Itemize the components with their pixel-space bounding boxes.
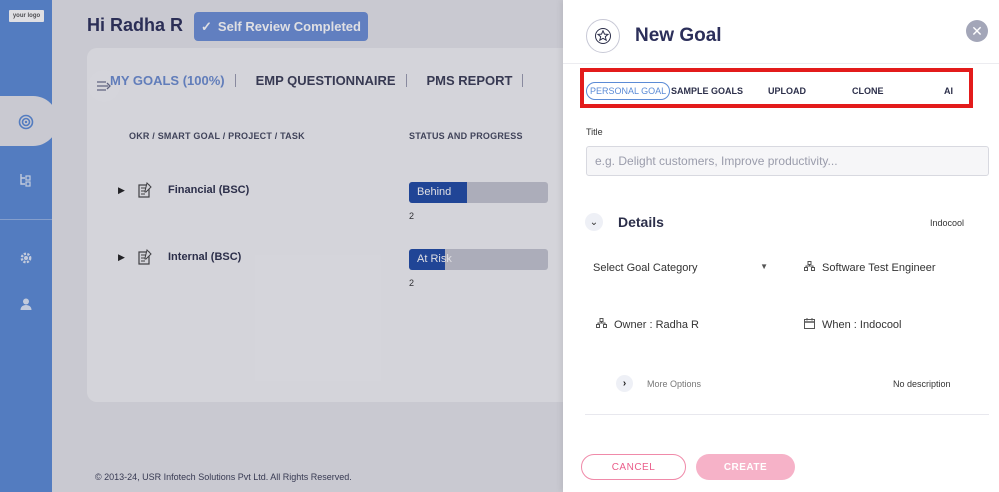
tab-sample-goals[interactable]: SAMPLE GOALS [671, 86, 743, 96]
details-heading[interactable]: Details [618, 214, 664, 230]
column-header-goal: OKR / SMART GOAL / PROJECT / TASK [129, 131, 305, 141]
when-field[interactable]: When : Indocool [803, 318, 902, 332]
self-review-label: Self Review Completed [217, 19, 361, 34]
table-row[interactable]: ▶ Internal (BSC) [118, 248, 241, 266]
row-label: Internal (BSC) [168, 251, 242, 263]
new-goal-panel: New Goal ✕ PERSONAL GOAL SAMPLE GOALS UP… [563, 0, 999, 492]
goal-list-icon [136, 248, 154, 266]
tab-upload[interactable]: UPLOAD [768, 86, 806, 96]
owner-field[interactable]: Owner : Radha R [595, 318, 699, 331]
sidebar-divider [0, 219, 52, 220]
create-button[interactable]: CREATE [696, 454, 795, 480]
title-label: Title [586, 127, 603, 137]
dropdown-arrow-icon: ▼ [760, 262, 768, 271]
hierarchy-icon[interactable] [16, 170, 36, 190]
status-progress-bar: Behind [409, 182, 548, 203]
panel-title: New Goal [635, 25, 722, 46]
row-count: 2 [409, 211, 415, 221]
title-input[interactable] [586, 146, 989, 176]
user-icon[interactable] [16, 294, 36, 314]
organization-name: Indocool [930, 218, 965, 228]
target-icon[interactable] [16, 112, 36, 132]
panel-divider [563, 63, 999, 64]
goal-category-select[interactable]: Select Goal Category ▼ [593, 262, 768, 274]
calendar-icon [803, 318, 815, 332]
details-divider [585, 414, 989, 415]
more-options-link[interactable]: More Options [647, 379, 701, 389]
goal-category-value: Select Goal Category [593, 262, 698, 274]
role-value: Software Test Engineer [822, 261, 936, 274]
sidebar: your logo [0, 0, 58, 492]
tab-ai[interactable]: AI [944, 86, 953, 96]
column-header-status: STATUS AND PROGRESS [409, 131, 523, 141]
tab-emp-questionnaire[interactable]: EMP QUESTIONNAIRE [236, 73, 406, 88]
chevron-right-icon[interactable]: › [616, 375, 633, 392]
expand-caret-icon[interactable]: ▶ [118, 252, 128, 263]
tab-personal-goal[interactable]: PERSONAL GOAL [586, 82, 671, 100]
goal-type-tabs: PERSONAL GOAL SAMPLE GOALS UPLOAD CLONE … [580, 68, 973, 108]
status-text: At Risk [417, 253, 452, 265]
row-count: 2 [409, 278, 415, 288]
description-value[interactable]: No description [893, 379, 951, 389]
expand-caret-icon[interactable]: ▶ [118, 185, 128, 196]
chevron-down-icon[interactable]: ⌄ [585, 213, 603, 231]
status-progress-bar: At Risk [409, 249, 548, 270]
goal-tabs: MY GOALS (100%) EMP QUESTIONNAIRE PMS RE… [110, 73, 524, 88]
table-row[interactable]: ▶ Financial (BSC) [118, 181, 249, 199]
when-value: When : Indocool [822, 319, 902, 331]
org-chart-icon [595, 318, 607, 331]
row-label: Financial (BSC) [168, 184, 250, 196]
check-icon: ✓ [201, 18, 212, 34]
gear-icon[interactable] [16, 248, 36, 268]
tab-separator [522, 74, 524, 87]
owner-value: Owner : Radha R [614, 318, 699, 331]
main-content: Hi Radha R ✓ Self Review Completed MY GO… [52, 0, 607, 492]
footer-copyright: © 2013-24, USR Infotech Solutions Pvt Lt… [95, 472, 352, 482]
tab-pms-report[interactable]: PMS REPORT [407, 73, 523, 88]
brand-logo[interactable]: your logo [9, 10, 44, 22]
role-field[interactable]: Software Test Engineer [803, 261, 936, 274]
self-review-button[interactable]: ✓ Self Review Completed [194, 12, 368, 41]
goal-list-icon [136, 181, 154, 199]
star-badge-icon [586, 19, 620, 53]
close-icon[interactable]: ✕ [966, 20, 988, 42]
tab-clone[interactable]: CLONE [852, 86, 884, 96]
cancel-button[interactable]: CANCEL [581, 454, 686, 480]
status-text: Behind [417, 186, 452, 198]
org-chart-icon [803, 261, 815, 274]
greeting: Hi Radha R [87, 15, 184, 35]
tab-my-goals[interactable]: MY GOALS (100%) [110, 73, 235, 88]
goals-card [87, 48, 607, 402]
